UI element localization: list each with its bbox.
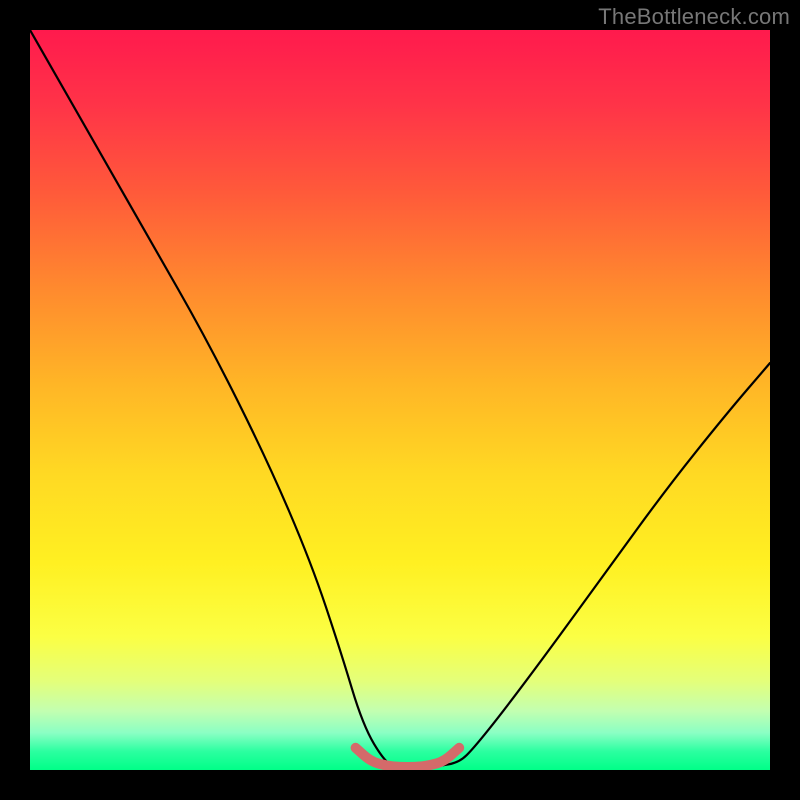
- watermark-text: TheBottleneck.com: [598, 4, 790, 30]
- chart-frame: TheBottleneck.com: [0, 0, 800, 800]
- bottom-marker-curve: [356, 748, 460, 767]
- plot-area: [30, 30, 770, 770]
- bottleneck-curve: [30, 30, 770, 770]
- curve-layer: [30, 30, 770, 770]
